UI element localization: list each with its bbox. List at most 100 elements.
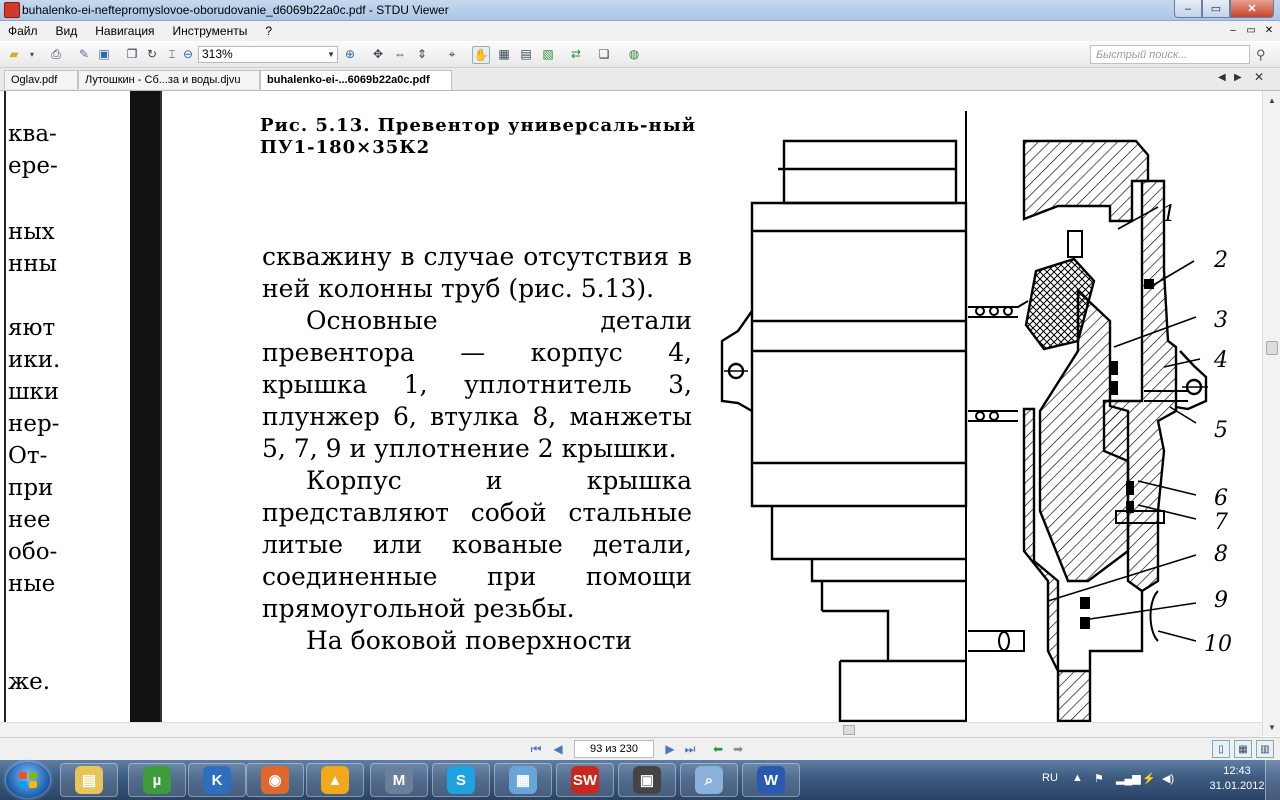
explorer-icon: ▤ (75, 766, 103, 794)
save-icon[interactable]: ▣ (96, 46, 112, 62)
zoom-value: 313% (202, 47, 233, 61)
taskbar-firefox-button[interactable]: ◉ (246, 763, 304, 797)
network-icon[interactable]: ▂▄▆ (1116, 772, 1141, 785)
select-text-icon[interactable]: ⌶ (164, 46, 180, 62)
menu-navigation[interactable]: Навигация (95, 24, 154, 38)
document-viewport[interactable]: ква- ере- ных нны яют ики. шки нер- От- … (0, 91, 1262, 736)
zoom-in-icon[interactable]: ⊕ (342, 46, 358, 62)
left-fragment: нее (8, 507, 51, 533)
scroll-down-icon[interactable]: ▼ (1265, 720, 1279, 734)
print-icon[interactable]: ⎙ (48, 46, 64, 62)
tab-prev-icon[interactable]: ◀ (1218, 72, 1226, 83)
tray-expand-icon[interactable]: ▲ (1072, 772, 1083, 784)
minimize-button[interactable]: ‒ (1174, 0, 1202, 18)
menu-tools[interactable]: Инструменты (173, 24, 248, 38)
vertical-scroll-thumb[interactable] (1266, 341, 1278, 355)
copy-icon[interactable]: ❐ (124, 46, 140, 62)
left-column-text: ква- ере- ных нны яют ики. шки нер- От- … (6, 91, 66, 736)
clock-date: 31.01.2012 (1209, 780, 1265, 792)
save-app-icon: ▣ (633, 766, 661, 794)
back-icon[interactable]: ⬅ (710, 741, 726, 757)
fit-height-icon[interactable]: ⇕ (414, 46, 430, 62)
close-button[interactable]: ✕ (1230, 0, 1274, 18)
windows-logo-icon (19, 772, 37, 788)
callout-9: 9 (1214, 588, 1228, 613)
tab-oglav[interactable]: Oglav.pdf (4, 70, 78, 89)
quick-search-input[interactable]: Быстрый поиск... (1090, 45, 1250, 64)
zoom-dropdown-icon[interactable]: ▼ (327, 47, 335, 62)
taskbar-k-app-button[interactable]: K (188, 763, 246, 797)
snapshot-icon[interactable]: ▦ (496, 46, 512, 62)
show-desktop-button[interactable] (1265, 760, 1280, 800)
sw-app-icon: SW (571, 766, 599, 794)
rotate-icon[interactable]: ↻ (144, 46, 160, 62)
pages-icon[interactable]: ▤ (518, 46, 534, 62)
page-number-field[interactable]: 93 из 230 (574, 740, 654, 758)
doc-minimize-button[interactable]: ‒ (1226, 23, 1240, 37)
first-page-icon[interactable]: ⏮ (528, 741, 544, 757)
viewer-app-icon: ⌕ (695, 766, 723, 794)
search-icon[interactable]: ⚲ (1256, 47, 1272, 63)
hand-tool-icon[interactable]: ✋ (472, 46, 490, 64)
tab-close-icon[interactable]: ✕ (1254, 70, 1264, 84)
taskbar-warning-app-button[interactable]: ▲ (306, 763, 364, 797)
scroll-up-icon[interactable]: ▲ (1265, 93, 1279, 107)
edit-icon[interactable]: ✎ (76, 46, 92, 62)
shell-app-icon: ▦ (509, 766, 537, 794)
language-indicator[interactable]: RU (1042, 772, 1058, 784)
taskbar-sw-app-button[interactable]: SW (556, 763, 614, 797)
last-page-icon[interactable]: ⏭ (682, 741, 698, 757)
next-page-icon[interactable]: ▶ (662, 741, 678, 757)
fit-width-icon[interactable]: ⇔ (392, 46, 408, 62)
doc-restore-button[interactable]: ▭ (1244, 23, 1258, 37)
left-fragment: ные (8, 571, 56, 597)
taskbar-viewer-app-button[interactable]: ⌕ (680, 763, 738, 797)
left-fragment: яют (8, 315, 56, 341)
maximize-button[interactable]: ▭ (1202, 0, 1230, 18)
web-icon[interactable]: ◍ (626, 46, 642, 62)
doc-close-button[interactable]: ✕ (1262, 23, 1276, 37)
word-icon: W (757, 766, 785, 794)
open-dropdown-icon[interactable]: ▾ (24, 46, 40, 62)
figure-caption: Рис. 5.13. Превентор универсаль-ный ПУ1-… (260, 115, 697, 158)
tab-buhalenko[interactable]: buhalenko-ei-...6069b22a0c.pdf (260, 70, 452, 90)
two-pages-icon[interactable]: ❏ (596, 46, 612, 62)
horizontal-scroll-thumb[interactable] (843, 725, 855, 735)
taskbar-shell-app-button[interactable]: ▦ (494, 763, 552, 797)
app-icon (4, 2, 20, 18)
forward-icon[interactable]: ➡ (730, 741, 746, 757)
vertical-scrollbar[interactable]: ▲ ▼ (1262, 91, 1280, 736)
taskbar-explorer-button[interactable]: ▤ (60, 763, 118, 797)
menu-help[interactable]: ? (265, 24, 272, 38)
select-tool-icon[interactable]: ⌖ (444, 46, 460, 62)
tab-next-icon[interactable]: ▶ (1234, 72, 1242, 83)
window-controls: ‒ ▭ ✕ (1174, 0, 1274, 18)
taskbar-skype-button[interactable]: S (432, 763, 490, 797)
flag-icon[interactable]: ⚑ (1094, 772, 1104, 785)
taskbar-save-app-button[interactable]: ▣ (618, 763, 676, 797)
zoom-select[interactable]: 313% ▼ (198, 46, 338, 63)
taskbar-utorrent-button[interactable]: µ (128, 763, 186, 797)
thumbnails-icon[interactable]: ▧ (540, 46, 556, 62)
left-fragment: ных (8, 219, 55, 245)
continuous-view-icon[interactable]: ▦ (1234, 740, 1252, 758)
zoom-out-icon[interactable]: ⊖ (180, 46, 196, 62)
horizontal-scrollbar[interactable] (0, 722, 1262, 737)
taskbar-word-button[interactable]: W (742, 763, 800, 797)
facing-view-icon[interactable]: ▥ (1256, 740, 1274, 758)
paragraph: На боковой поверхности (306, 626, 633, 655)
menu-view[interactable]: Вид (56, 24, 78, 38)
start-button[interactable] (6, 762, 50, 798)
clock[interactable]: 12:43 31.01.2012 (1204, 764, 1270, 794)
fit-page-icon[interactable]: ✥ (370, 46, 386, 62)
power-icon[interactable]: ⚡ (1142, 772, 1156, 785)
sync-icon[interactable]: ⇄ (568, 46, 584, 62)
open-folder-icon[interactable]: ▰ (6, 46, 22, 62)
menu-file[interactable]: Файл (8, 24, 38, 38)
prev-page-icon[interactable]: ◀ (550, 741, 566, 757)
paragraph: Корпус и крышка представляют собой сталь… (262, 466, 692, 623)
taskbar-m-app-button[interactable]: M (370, 763, 428, 797)
tab-lutoshkin[interactable]: Лутошкин - Сб...за и воды.djvu (78, 70, 260, 89)
single-page-view-icon[interactable]: ▯ (1212, 740, 1230, 758)
volume-icon[interactable]: ◀) (1162, 772, 1174, 785)
